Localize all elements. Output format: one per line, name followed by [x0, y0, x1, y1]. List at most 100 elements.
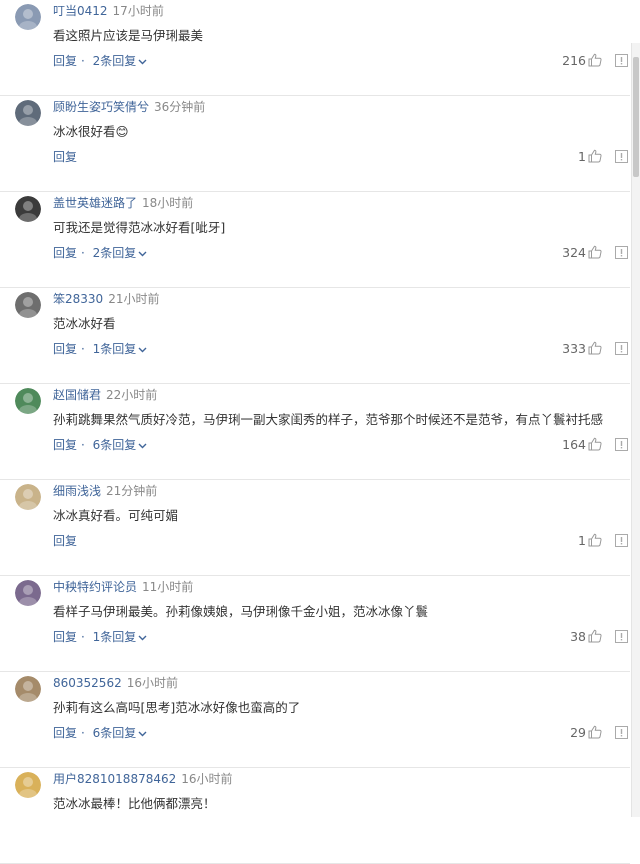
- comment-actions: 回复 · 1条回复: [53, 340, 147, 358]
- reply-button[interactable]: 回复: [53, 726, 77, 740]
- thumbs-up-icon[interactable]: [587, 52, 603, 68]
- like-count: 324: [562, 245, 586, 260]
- like-count: 1: [578, 149, 586, 164]
- avatar[interactable]: [15, 100, 41, 126]
- reply-button[interactable]: 回复: [53, 246, 77, 260]
- avatar[interactable]: [15, 388, 41, 414]
- reply-button[interactable]: 回复: [53, 150, 77, 164]
- comment-meta: 细雨浅浅 21分钟前: [53, 482, 157, 500]
- username-link[interactable]: 叮当0412: [53, 4, 108, 18]
- comment-item: 盖世英雄迷路了 18小时前 可我还是觉得范冰冰好看[呲牙] 回复 · 2条回复 324: [0, 192, 630, 288]
- comment-time: 11小时前: [142, 580, 194, 594]
- reply-button[interactable]: 回复: [53, 54, 77, 68]
- replies-count-label: 1条回复: [92, 630, 137, 644]
- comment-actions: 回复 · 2条回复: [53, 52, 147, 70]
- replies-count-label: 2条回复: [92, 246, 137, 260]
- reply-button[interactable]: 回复: [53, 342, 77, 356]
- scrollbar[interactable]: [631, 43, 640, 817]
- comment-list: 叮当0412 17小时前 看这照片应该是马伊琍最美 回复 · 2条回复 216 顾盼生…: [0, 0, 630, 864]
- like-count: 216: [562, 53, 586, 68]
- chevron-down-icon: [138, 59, 147, 64]
- separator: ·: [81, 438, 85, 452]
- comment-time: 18小时前: [142, 196, 194, 210]
- comment-item: 顾盼生姿巧笑倩兮 36分钟前 冰冰很好看😊 回复 1: [0, 96, 630, 192]
- comment-item: 笨28330 21小时前 范冰冰好看 回复 · 1条回复 333: [0, 288, 630, 384]
- avatar[interactable]: [15, 196, 41, 222]
- like-count: 1: [578, 533, 586, 548]
- comment-text: 孙莉跳舞果然气质好冷范，马伊琍一副大家闺秀的样子，范爷那个时候还不是范爷，有点丫…: [53, 412, 604, 427]
- view-replies-button[interactable]: 1条回复: [93, 342, 148, 356]
- scrollbar-thumb[interactable]: [633, 57, 639, 177]
- reply-button[interactable]: 回复: [53, 438, 77, 452]
- comment-meta: 顾盼生姿巧笑倩兮 36分钟前: [53, 98, 205, 116]
- username-link[interactable]: 赵国储君: [53, 388, 101, 402]
- view-replies-button[interactable]: 6条回复: [93, 438, 148, 452]
- chevron-down-icon: [138, 731, 147, 736]
- replies-count-label: 2条回复: [92, 54, 137, 68]
- username-link[interactable]: 860352562: [53, 676, 122, 690]
- report-icon[interactable]: [615, 150, 628, 163]
- like-count: 333: [562, 341, 586, 356]
- comment-meta: 860352562 16小时前: [53, 674, 178, 692]
- report-icon[interactable]: [615, 342, 628, 355]
- comment-meta: 中秧特约评论员 11小时前: [53, 578, 193, 596]
- separator: ·: [81, 726, 85, 740]
- report-icon[interactable]: [615, 534, 628, 547]
- avatar[interactable]: [15, 292, 41, 318]
- thumbs-up-icon[interactable]: [587, 628, 603, 644]
- username-link[interactable]: 用户8281018878462: [53, 772, 176, 786]
- avatar-image: [15, 772, 41, 798]
- username-link[interactable]: 中秧特约评论员: [53, 580, 137, 594]
- report-icon[interactable]: [615, 630, 628, 643]
- like-count: 29: [570, 725, 586, 740]
- comment-item: 860352562 16小时前 孙莉有这么高吗[思考]范冰冰好像也蛮高的了 回复 ·…: [0, 672, 630, 768]
- avatar-image: [15, 196, 41, 222]
- avatar[interactable]: [15, 580, 41, 606]
- comment-meta: 叮当0412 17小时前: [53, 2, 164, 20]
- avatar[interactable]: [15, 484, 41, 510]
- thumbs-up-icon[interactable]: [587, 436, 603, 452]
- replies-count-label: 6条回复: [92, 726, 137, 740]
- comment-actions: 回复 · 6条回复: [53, 724, 147, 742]
- comment-time: 36分钟前: [154, 100, 206, 114]
- replies-count-label: 6条回复: [92, 438, 137, 452]
- reply-button[interactable]: 回复: [53, 630, 77, 644]
- view-replies-button[interactable]: 6条回复: [93, 726, 148, 740]
- comment-time: 17小时前: [112, 4, 164, 18]
- report-icon[interactable]: [615, 54, 628, 67]
- username-link[interactable]: 盖世英雄迷路了: [53, 196, 137, 210]
- thumbs-up-icon[interactable]: [587, 148, 603, 164]
- username-link[interactable]: 细雨浅浅: [53, 484, 101, 498]
- comment-actions: 回复 · 2条回复: [53, 244, 147, 262]
- comment-item: 细雨浅浅 21分钟前 冰冰真好看。可纯可媚 回复 1: [0, 480, 630, 576]
- report-icon[interactable]: [615, 438, 628, 451]
- report-icon[interactable]: [615, 726, 628, 739]
- username-link[interactable]: 顾盼生姿巧笑倩兮: [53, 100, 149, 114]
- avatar-image: [15, 676, 41, 702]
- avatar-image: [15, 100, 41, 126]
- reply-button[interactable]: 回复: [53, 534, 77, 548]
- thumbs-up-icon[interactable]: [587, 244, 603, 260]
- avatar-image: [15, 292, 41, 318]
- thumbs-up-icon[interactable]: [587, 532, 603, 548]
- thumbs-up-icon[interactable]: [587, 724, 603, 740]
- username-link[interactable]: 笨28330: [53, 292, 103, 306]
- separator: ·: [81, 54, 85, 68]
- comment-text: 看这照片应该是马伊琍最美: [53, 28, 204, 43]
- avatar[interactable]: [15, 676, 41, 702]
- comment-item: 叮当0412 17小时前 看这照片应该是马伊琍最美 回复 · 2条回复 216: [0, 0, 630, 96]
- view-replies-button[interactable]: 1条回复: [93, 630, 148, 644]
- like-count: 164: [562, 437, 586, 452]
- separator: ·: [81, 342, 85, 356]
- comment-meta: 赵国储君 22小时前: [53, 386, 157, 404]
- avatar-image: [15, 484, 41, 510]
- report-icon[interactable]: [615, 246, 628, 259]
- view-replies-button[interactable]: 2条回复: [93, 54, 148, 68]
- comment-text: 看样子马伊琍最美。孙莉像姨娘，马伊琍像千金小姐，范冰冰像丫鬟: [53, 604, 429, 619]
- avatar[interactable]: [15, 772, 41, 798]
- comment-meta: 用户8281018878462 16小时前: [53, 770, 233, 788]
- thumbs-up-icon[interactable]: [587, 340, 603, 356]
- avatar[interactable]: [15, 4, 41, 30]
- comment-actions: 回复: [53, 532, 77, 550]
- view-replies-button[interactable]: 2条回复: [93, 246, 148, 260]
